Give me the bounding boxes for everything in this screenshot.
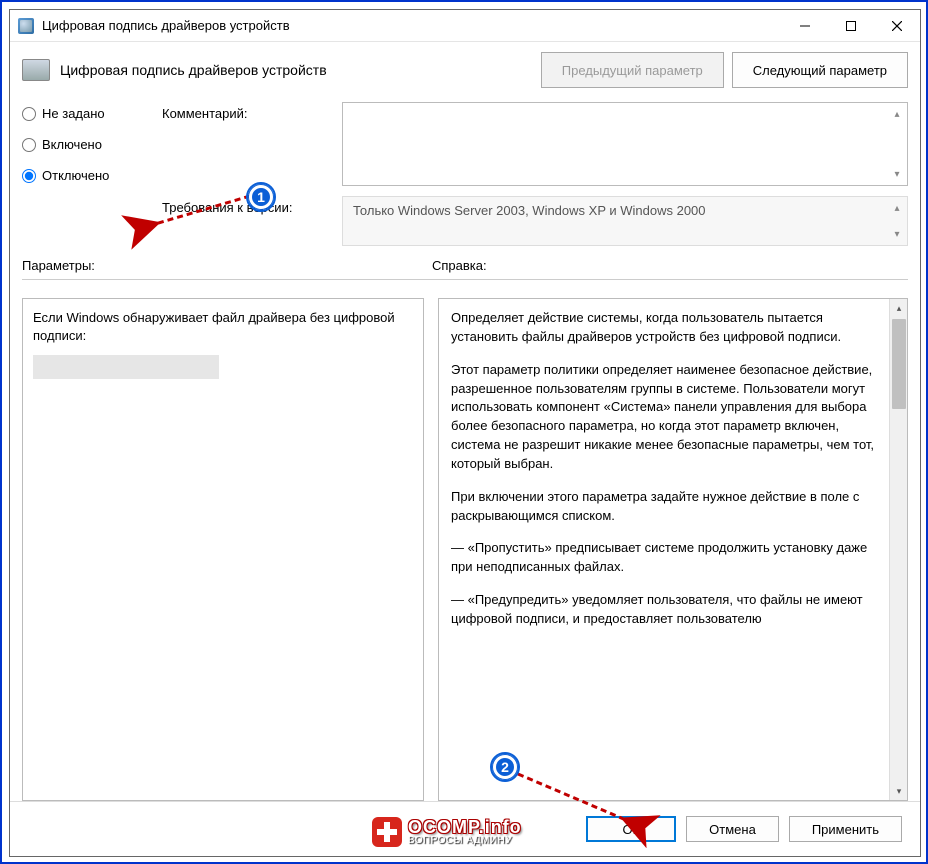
option-description: Если Windows обнаруживает файл драйвера … [33,309,413,345]
help-p3: При включении этого параметра задайте ну… [451,488,877,526]
policy-icon [22,59,50,81]
options-heading: Параметры: [22,258,432,273]
help-p2: Этот параметр политики определяет наимен… [451,361,877,474]
action-dropdown[interactable] [33,355,219,379]
cancel-button[interactable]: Отмена [686,816,779,842]
comment-scroll-down[interactable]: ▾ [889,165,905,183]
next-setting-button[interactable]: Следующий параметр [732,52,908,88]
help-scrollbar[interactable]: ▴ ▾ [889,299,907,800]
ok-button[interactable]: ОК [586,816,676,842]
close-button[interactable] [874,11,920,41]
dialog-footer: ОК Отмена Применить [10,801,920,856]
radio-not-configured-input[interactable] [22,107,36,121]
help-scroll-thumb[interactable] [892,319,906,409]
dialog-window: Цифровая подпись драйверов устройств Циф… [9,9,921,857]
maximize-button[interactable] [828,11,874,41]
help-p5: — «Предупредить» уведомляет пользователя… [451,591,877,629]
help-scroll-up-icon[interactable]: ▴ [890,299,908,317]
titlebar: Цифровая подпись драйверов устройств [10,10,920,42]
app-icon [18,18,34,34]
version-value: Только Windows Server 2003, Windows XP и… [353,203,706,218]
version-label: Требования к версии: [162,196,332,215]
comment-textarea[interactable]: ▴ ▾ [342,102,908,186]
radio-disabled[interactable]: Отключено [22,168,152,183]
version-box: Только Windows Server 2003, Windows XP и… [342,196,908,246]
help-heading: Справка: [432,258,908,273]
radio-enabled[interactable]: Включено [22,137,152,152]
help-p4: — «Пропустить» предписывает системе прод… [451,539,877,577]
apply-button[interactable]: Применить [789,816,902,842]
help-panel: Определяет действие системы, когда польз… [438,298,908,801]
help-text: Определяет действие системы, когда польз… [439,299,889,800]
radio-enabled-label: Включено [42,137,102,152]
minimize-button[interactable] [782,11,828,41]
radio-disabled-input[interactable] [22,169,36,183]
window-title: Цифровая подпись драйверов устройств [42,18,782,33]
options-panel: Если Windows обнаруживает файл драйвера … [22,298,424,801]
version-scroll-down[interactable]: ▾ [889,225,905,243]
comment-scroll-up[interactable]: ▴ [889,105,905,123]
comment-label: Комментарий: [162,102,332,121]
help-scroll-down-icon[interactable]: ▾ [890,782,908,800]
radio-disabled-label: Отключено [42,168,109,183]
version-scroll-up[interactable]: ▴ [889,199,905,217]
help-p1: Определяет действие системы, когда польз… [451,309,877,347]
previous-setting-button[interactable]: Предыдущий параметр [541,52,724,88]
radio-not-configured[interactable]: Не задано [22,106,152,121]
radio-enabled-input[interactable] [22,138,36,152]
policy-title: Цифровая подпись драйверов устройств [60,62,531,78]
radio-not-configured-label: Не задано [42,106,105,121]
